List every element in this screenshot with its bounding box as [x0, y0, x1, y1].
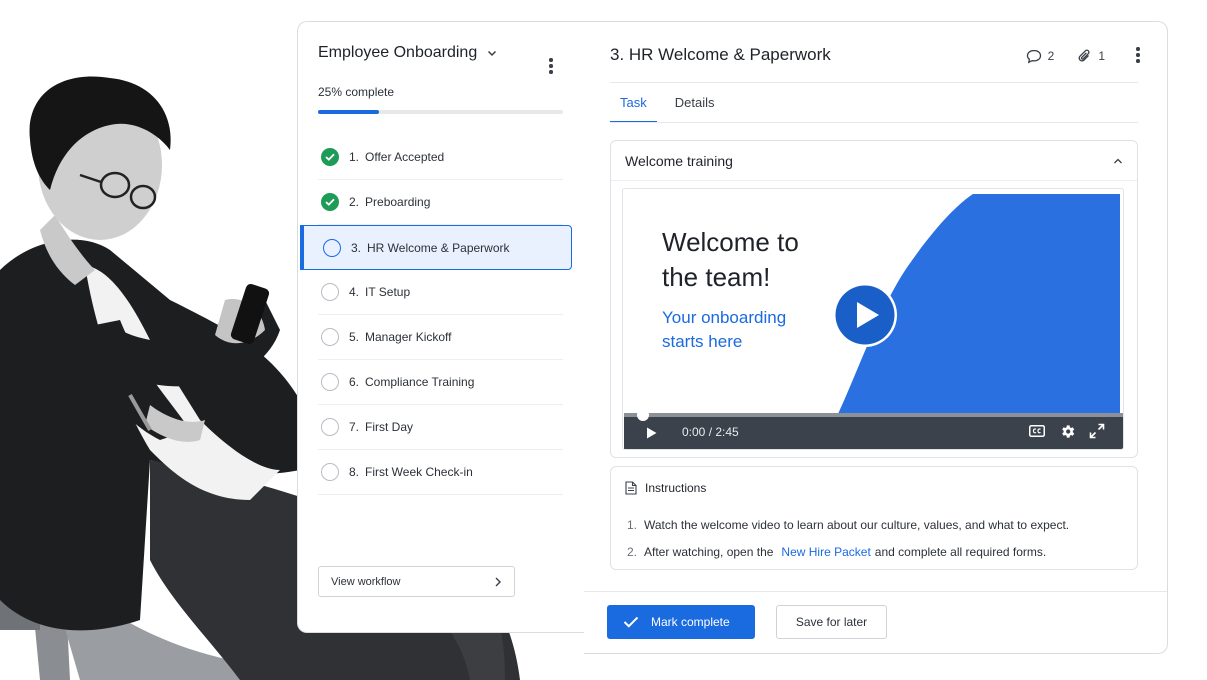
video-scrubber[interactable] [624, 413, 1123, 417]
save-for-later-label: Save for later [795, 615, 868, 629]
save-for-later-button[interactable]: Save for later [776, 605, 887, 639]
checkmark-icon [623, 616, 639, 628]
instructions-card: Instructions 1. Watch the welcome video … [610, 466, 1138, 570]
workflow-panel: Employee Onboarding 25% complete 1. Offer… [297, 21, 585, 633]
progress-label: 25% complete [318, 85, 395, 99]
closed-captions-icon[interactable] [1029, 425, 1045, 437]
step-number: 6. [349, 375, 360, 389]
divider [610, 82, 1138, 83]
step-label: First Week Check-in [365, 465, 473, 479]
workflow-step[interactable]: 5. Manager Kickoff [318, 315, 563, 360]
video-time: 0:00 / 2:45 [682, 425, 739, 439]
empty-circle-icon [321, 418, 339, 436]
view-workflow-button[interactable]: View workflow [318, 566, 515, 597]
mark-complete-button[interactable]: Mark complete [607, 605, 755, 639]
document-icon [625, 481, 637, 495]
task-panel: 3. HR Welcome & Paperwork 2 1 Task Detail… [584, 21, 1168, 654]
task-title: 3. HR Welcome & Paperwork [610, 45, 831, 64]
tab-details[interactable]: Details [665, 94, 725, 123]
workflow-step[interactable]: 6. Compliance Training [318, 360, 563, 405]
video-subhead: Your onboarding starts here [662, 308, 787, 351]
workflow-step[interactable]: 1. Offer Accepted [318, 135, 563, 180]
fullscreen-icon[interactable] [1089, 423, 1105, 439]
progress-bar [318, 110, 563, 114]
step-number: 2. [349, 195, 360, 209]
step-label: Manager Kickoff [365, 330, 452, 344]
workflow-steps-list: 1. Offer Accepted 2. Preboarding 3. HR Welcom… [298, 135, 584, 495]
mark-complete-label: Mark complete [651, 615, 730, 629]
comments-button[interactable]: 2 [1026, 49, 1055, 64]
attachments-count: 1 [1098, 49, 1105, 63]
divider [610, 122, 1138, 123]
scrubber-handle[interactable] [637, 409, 649, 421]
empty-circle-icon [321, 283, 339, 301]
workflow-step[interactable]: 3. HR Welcome & Paperwork [300, 225, 572, 270]
chevron-down-icon [488, 50, 497, 57]
check-circle-icon [321, 193, 339, 211]
step-label: HR Welcome & Paperwork [367, 240, 510, 255]
play-button-icon[interactable] [832, 282, 898, 348]
instruction-text: After watching, open the [644, 544, 774, 559]
workflow-step[interactable]: 7. First Day [318, 405, 563, 450]
play-icon[interactable] [644, 426, 658, 440]
step-label: First Day [365, 420, 414, 434]
paperclip-icon [1078, 49, 1090, 62]
instruction-text: and complete all required forms. [874, 544, 1047, 559]
step-label: Compliance Training [365, 375, 475, 389]
workflow-selector[interactable]: Employee Onboarding [318, 44, 499, 62]
progress-bar-fill [318, 110, 380, 114]
step-number: 3. [351, 240, 362, 255]
divider [584, 591, 1167, 592]
check-circle-icon [321, 148, 339, 166]
step-number: 7. [349, 420, 360, 434]
more-options-icon[interactable] [1135, 47, 1141, 65]
workflow-step[interactable]: 2. Preboarding [318, 180, 563, 225]
step-label: Offer Accepted [365, 150, 445, 164]
video-controls: 0:00 / 2:45 [624, 409, 1123, 449]
comments-count: 2 [1047, 49, 1055, 63]
instructions-title: Instructions [645, 481, 707, 495]
empty-circle-icon [321, 328, 339, 346]
new-hire-packet-link[interactable]: New Hire Packet [781, 545, 870, 559]
step-label: IT Setup [365, 285, 411, 299]
welcome-training-card: Welcome training Welcome to the team! Yo… [610, 140, 1138, 458]
more-options-icon[interactable] [548, 58, 554, 76]
comment-icon [1026, 49, 1041, 63]
step-number: 5. [349, 330, 360, 344]
instructions-list: 1. Watch the welcome video to learn abou… [627, 511, 1069, 565]
task-tabs: Task Details [610, 94, 724, 123]
workflow-step[interactable]: 4. IT Setup [318, 270, 563, 315]
workflow-title: Employee Onboarding [318, 44, 478, 61]
step-number: 4. [349, 285, 360, 299]
workflow-step[interactable]: 8. First Week Check-in [318, 450, 563, 495]
chevron-up-icon [1114, 158, 1122, 163]
view-workflow-label: View workflow [331, 575, 401, 588]
video-headline: Welcome to the team! [662, 227, 799, 292]
instruction-text: Watch the welcome video to learn about o… [644, 517, 1070, 532]
attachments-button[interactable]: 1 [1078, 49, 1105, 64]
instructions-header: Instructions [625, 481, 706, 495]
tab-task[interactable]: Task [610, 94, 657, 123]
step-number: 8. [349, 465, 360, 479]
chevron-right-icon [495, 577, 501, 586]
step-number: 1. [349, 150, 360, 164]
settings-gear-icon[interactable] [1059, 423, 1076, 440]
instruction-item: 1. Watch the welcome video to learn abou… [627, 517, 1070, 532]
welcome-training-header[interactable]: Welcome training [611, 141, 1137, 181]
empty-circle-icon [321, 373, 339, 391]
video-player[interactable]: Welcome to the team! Your onboarding sta… [622, 188, 1124, 450]
instruction-item: 2. After watching, open the New Hire Pac… [627, 544, 1047, 559]
step-label: Preboarding [365, 195, 431, 209]
task-meta: 2 1 [1026, 47, 1141, 65]
empty-circle-icon [323, 238, 341, 257]
section-title: Welcome training [625, 152, 733, 169]
empty-circle-icon [321, 463, 339, 481]
